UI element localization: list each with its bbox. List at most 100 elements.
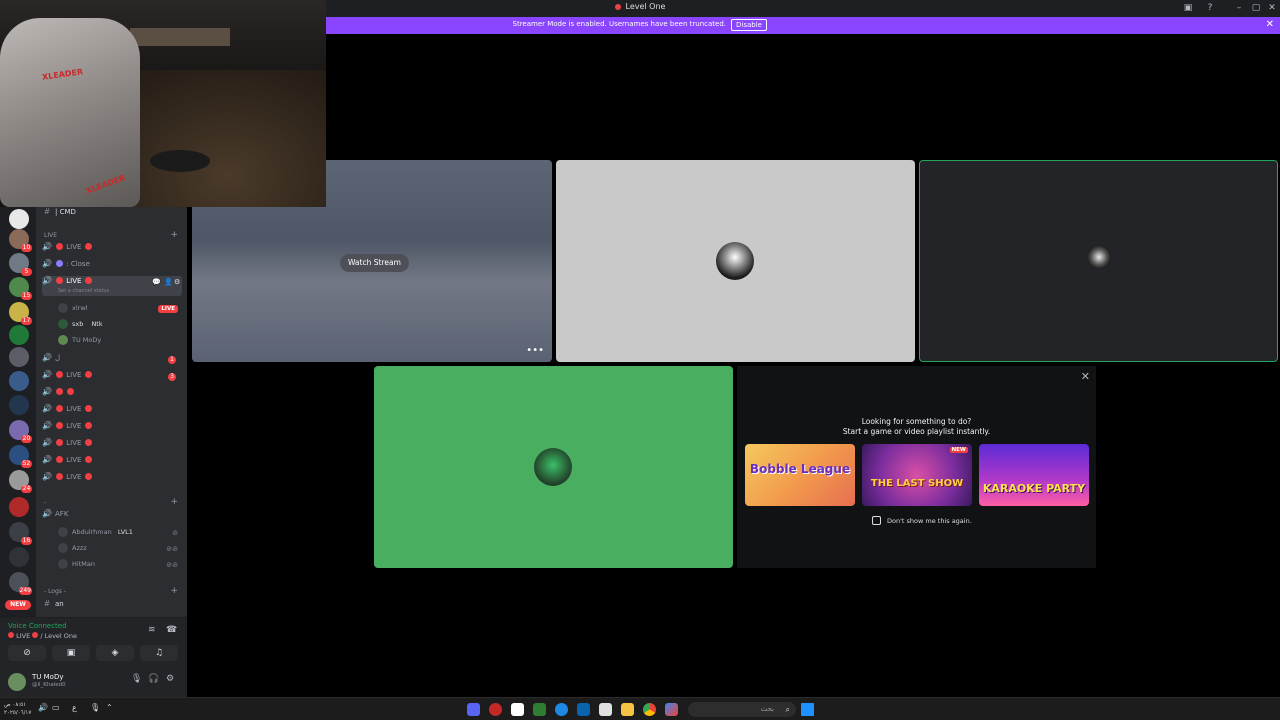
server-icon[interactable] — [9, 395, 29, 415]
voice-channel[interactable]: 🔊 LIVE — [42, 455, 182, 470]
voice-user[interactable]: Abdulrhman LVL1 ⊘ — [58, 527, 182, 541]
speaker-icon: 🔊 — [42, 472, 52, 481]
channel-cmd[interactable]: # | CMD — [42, 207, 182, 222]
voice-channel[interactable]: 🔊 ل 1 — [42, 353, 182, 368]
voice-user[interactable]: TU MoDy — [58, 335, 182, 349]
microphone-icon[interactable]: 🎙 — [131, 674, 142, 684]
webcam-overlay: XLEADER XLEADER — [0, 0, 326, 207]
add-channel-icon[interactable]: + — [170, 586, 178, 596]
new-servers-badge[interactable]: NEW — [5, 600, 31, 610]
channel-chat-icon[interactable]: 💬 — [152, 278, 161, 286]
close-activity-icon[interactable]: ✕ — [1081, 370, 1090, 383]
add-channel-icon[interactable]: + — [170, 230, 178, 240]
voice-channel[interactable]: 🔊 LIVE — [42, 472, 182, 487]
app-taskbar-icon[interactable] — [511, 703, 524, 716]
noise-suppression-icon[interactable]: ≋ — [148, 625, 156, 635]
dont-show-again-checkbox[interactable]: Don't show me this again. — [872, 516, 972, 525]
add-channel-icon[interactable]: + — [170, 497, 178, 507]
checkbox-icon[interactable] — [872, 516, 881, 525]
voice-channel-afk[interactable]: 🔊 AFK — [42, 509, 182, 524]
taskbar-clock[interactable]: ٠٨:٥١ ص ٢٠٢٥/٠٦/١٧ — [4, 701, 31, 717]
voice-channel[interactable]: 🔊 LIVE — [42, 438, 182, 453]
headphones-icon[interactable]: 🎧 — [148, 674, 159, 684]
windows-start-icon[interactable] — [801, 703, 814, 716]
server-icon[interactable]: 20 — [9, 420, 32, 443]
activity-card-karaoke-party[interactable]: KARAOKE PARTY — [979, 444, 1089, 506]
inbox-icon[interactable]: ▣ — [1181, 1, 1195, 15]
help-icon[interactable]: ? — [1203, 1, 1217, 15]
outlook-taskbar-icon[interactable] — [577, 703, 590, 716]
maximize-button[interactable]: ▢ — [1249, 1, 1263, 15]
server-icon[interactable]: 10 — [9, 229, 32, 252]
avatar[interactable] — [8, 673, 26, 691]
dont-show-label: Don't show me this again. — [887, 517, 972, 525]
server-icon[interactable] — [9, 209, 29, 229]
server-icon[interactable] — [9, 325, 29, 345]
server-icon[interactable]: 17 — [9, 302, 32, 325]
discord-taskbar-icon[interactable] — [467, 703, 480, 716]
app-taskbar-icon[interactable] — [555, 703, 568, 716]
voice-user[interactable]: HitMan ⊘⊘ — [58, 559, 182, 573]
category-logs[interactable]: - Logs - + — [44, 586, 182, 596]
chrome-icon[interactable] — [643, 703, 656, 716]
server-icon[interactable] — [9, 497, 29, 517]
invite-icon[interactable]: 👤 — [164, 278, 173, 286]
voice-channel[interactable]: 🔊 LIVE — [42, 404, 182, 419]
language-icon[interactable]: ع — [72, 703, 77, 712]
activity-card-last-show[interactable]: NEW THE LAST SHOW — [862, 444, 972, 506]
gear-icon[interactable]: ⚙ — [174, 278, 180, 286]
voice-channel[interactable]: 🔊 — [42, 387, 182, 402]
voice-channel[interactable]: 🔊 LIVE — [42, 421, 182, 436]
participant-tile-gray[interactable] — [556, 160, 915, 362]
activity-card-bobble-league[interactable]: Bobble League — [745, 444, 855, 506]
avatar — [58, 319, 68, 329]
screen-share-button[interactable]: ▣ — [52, 645, 90, 661]
voice-channel-active[interactable]: 🔊 LIVE 💬 👤 ⚙ Set a channel status — [42, 276, 182, 296]
disconnect-icon[interactable]: ☎ — [166, 625, 177, 635]
taskbar-search[interactable]: بحث ⌕ — [688, 702, 796, 717]
server-icon[interactable]: 249 — [9, 572, 32, 595]
microphone-tray-icon[interactable]: 🎙 — [90, 703, 100, 712]
voice-status[interactable]: Voice Connected — [8, 622, 67, 630]
voice-channel[interactable]: 🔊 LIVE 3 — [42, 370, 182, 385]
voice-user[interactable]: sxb Ntk — [58, 319, 182, 333]
server-icon[interactable]: 5 — [9, 253, 32, 276]
username[interactable]: TU MoDy — [32, 673, 63, 681]
voice-user[interactable]: xlrwl LIVE — [58, 303, 182, 317]
app-taskbar-icon[interactable] — [489, 703, 502, 716]
activities-button[interactable]: ◈ — [96, 645, 134, 661]
gear-icon[interactable]: ⚙ — [166, 674, 174, 684]
watch-stream-button[interactable]: Watch Stream — [340, 254, 409, 272]
disable-streamer-mode-button[interactable]: Disable — [731, 19, 767, 31]
soundboard-button[interactable]: ♫ — [140, 645, 178, 661]
app-taskbar-icon[interactable] — [533, 703, 546, 716]
close-window-button[interactable]: ✕ — [1265, 1, 1279, 15]
server-icon[interactable] — [9, 347, 29, 367]
minimize-button[interactable]: – — [1232, 1, 1246, 15]
server-icon[interactable]: 52 — [9, 445, 32, 468]
category-afk[interactable]: - + — [44, 497, 182, 507]
voice-channel-name[interactable]: LIVE / Level One — [8, 632, 77, 640]
more-options-icon[interactable]: ••• — [526, 345, 544, 356]
text-channel[interactable]: # an — [42, 599, 182, 614]
channel-status[interactable]: Set a channel status — [58, 288, 109, 294]
file-explorer-icon[interactable] — [621, 703, 634, 716]
category-live[interactable]: LIVE + — [44, 230, 182, 240]
store-taskbar-icon[interactable] — [599, 703, 612, 716]
participant-tile-green[interactable] — [374, 366, 733, 568]
participant-tile-speaking[interactable] — [919, 160, 1278, 362]
voice-user[interactable]: Azzz ⊘⊘ — [58, 543, 182, 557]
chevron-up-icon[interactable]: ⌃ — [106, 703, 113, 712]
camera-toggle-button[interactable]: ⊘ — [8, 645, 46, 661]
close-banner-icon[interactable]: ✕ — [1266, 19, 1274, 30]
server-icon[interactable]: 24 — [9, 470, 32, 493]
volume-icon[interactable]: 🔊 — [38, 703, 48, 712]
voice-channel[interactable]: 🔊 LIVE — [42, 242, 182, 257]
server-icon[interactable]: 15 — [9, 277, 32, 300]
server-icon[interactable] — [9, 371, 29, 391]
display-icon[interactable]: ▭ — [52, 703, 60, 712]
server-icon[interactable] — [9, 547, 29, 567]
voice-channel[interactable]: 🔊 : Close — [42, 259, 182, 274]
server-icon[interactable]: 16 — [9, 522, 32, 545]
app-taskbar-icon[interactable] — [665, 703, 678, 716]
